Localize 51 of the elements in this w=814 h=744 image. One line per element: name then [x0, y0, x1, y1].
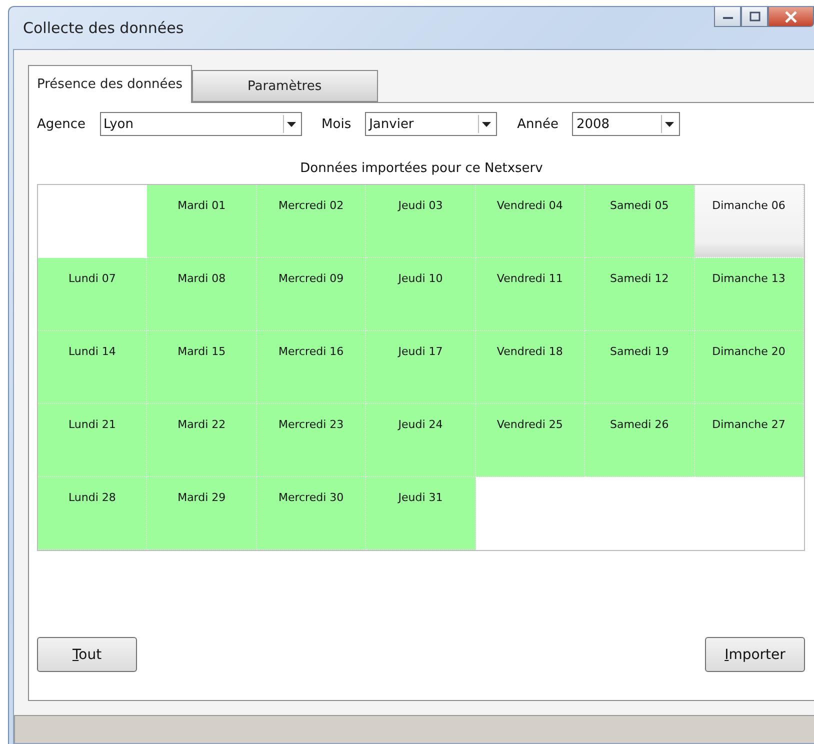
day-cell[interactable]: Mercredi 09	[256, 258, 366, 331]
maximize-icon	[748, 11, 760, 22]
close-icon	[784, 10, 798, 22]
dropdown[interactable]: 2008	[572, 112, 680, 136]
caret-icon	[665, 122, 674, 126]
day-cell[interactable]: Vendredi 25	[476, 404, 586, 477]
maximize-button[interactable]	[741, 7, 768, 27]
dialog-button[interactable]: Importer	[705, 637, 805, 672]
filter-label: Année	[517, 116, 558, 132]
day-cell[interactable]: Jeudi 03	[366, 185, 476, 258]
minimize-button[interactable]	[714, 7, 741, 27]
day-cell[interactable]: Samedi 26	[585, 404, 695, 477]
day-cell[interactable]: Lundi 21	[38, 404, 148, 477]
day-cell[interactable]: Dimanche 27	[694, 404, 804, 477]
day-cell[interactable]: Mercredi 23	[256, 404, 366, 477]
day-cell[interactable]: Mardi 29	[147, 477, 257, 550]
day-cell[interactable]: Jeudi 31	[366, 477, 476, 550]
day-cell[interactable]: Mercredi 02	[256, 185, 366, 258]
day-cell[interactable]: Dimanche 20	[694, 331, 804, 404]
day-cell[interactable]: Mardi 08	[147, 258, 257, 331]
day-cell[interactable]: Mardi 22	[147, 404, 257, 477]
day-cell[interactable]: Mercredi 30	[256, 477, 366, 550]
day-cell[interactable]: Samedi 12	[585, 258, 695, 331]
day-cell[interactable]: Mardi 01	[147, 185, 257, 258]
tab[interactable]: Présence des données	[28, 65, 192, 103]
dropdown[interactable]: Janvier	[365, 112, 498, 136]
day-cell[interactable]: Vendredi 11	[476, 258, 586, 331]
filter-label: Agence	[37, 116, 86, 132]
filter-label: Mois	[322, 116, 352, 132]
dialog-button[interactable]: Tout	[37, 637, 137, 672]
caret-icon	[482, 122, 492, 126]
day-cell[interactable]: Mercredi 16	[256, 331, 366, 404]
calendar-title: Données importées pour ce Netxserv	[299, 161, 544, 176]
day-cell[interactable]: Dimanche 13	[694, 258, 804, 331]
window-title: Collecte des données	[23, 19, 184, 37]
day-cell[interactable]: Lundi 07	[38, 258, 148, 331]
close-button[interactable]	[768, 7, 814, 27]
day-cell[interactable]: Samedi 05	[585, 185, 695, 258]
day-cell[interactable]: Samedi 19	[585, 331, 695, 404]
day-cell[interactable]: Lundi 28	[38, 477, 148, 550]
day-cell[interactable]: Jeudi 10	[366, 258, 476, 331]
day-cell[interactable]: Dimanche 06	[694, 185, 804, 258]
day-cell[interactable]: Lundi 14	[38, 331, 148, 404]
dropdown[interactable]: Lyon	[100, 112, 302, 136]
day-cell[interactable]: Jeudi 17	[366, 331, 476, 404]
day-cell[interactable]: Vendredi 18	[476, 331, 586, 404]
day-cell[interactable]: Jeudi 24	[366, 404, 476, 477]
tab[interactable]: Paramètres	[192, 70, 378, 102]
day-cell[interactable]: Mardi 15	[147, 331, 257, 404]
caret-icon	[286, 122, 296, 126]
day-cell[interactable]: Vendredi 04	[476, 185, 586, 258]
